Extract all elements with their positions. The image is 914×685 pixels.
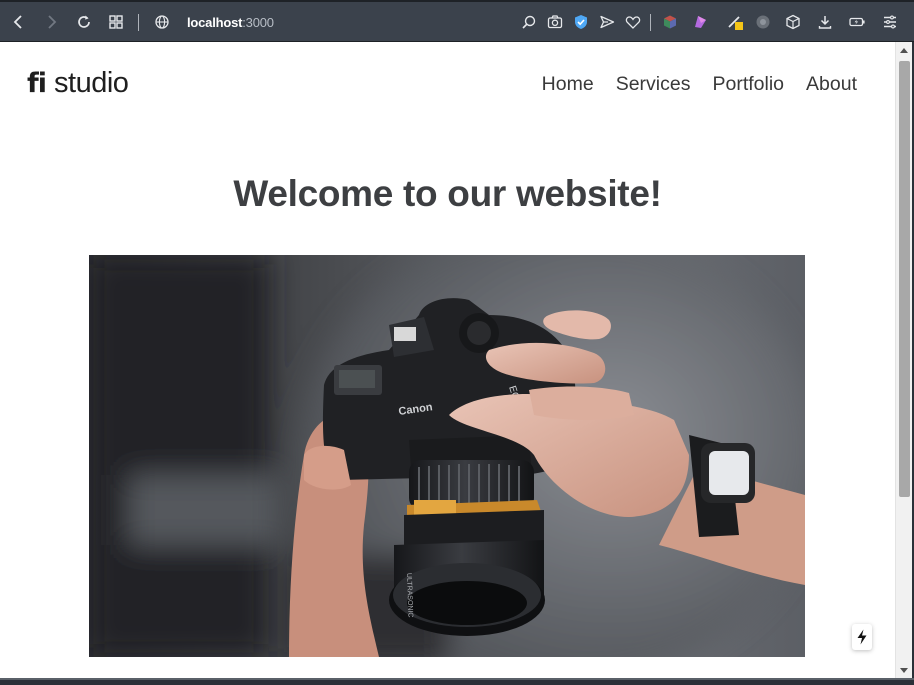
nav-portfolio[interactable]: Portfolio: [712, 71, 784, 97]
heart-icon[interactable]: [623, 12, 643, 32]
forward-icon[interactable]: [41, 12, 61, 32]
box-icon[interactable]: [783, 12, 803, 32]
scroll-down-icon[interactable]: [900, 668, 908, 673]
scroll-up-icon[interactable]: [900, 48, 908, 53]
nav-about[interactable]: About: [806, 71, 857, 97]
circle-extension-icon[interactable]: [753, 12, 773, 32]
site-logo[interactable]: fi studio: [27, 64, 129, 102]
logo-wordmark: studio: [54, 67, 129, 99]
send-icon[interactable]: [597, 12, 617, 32]
globe-icon[interactable]: [152, 12, 172, 32]
url-host: localhost: [187, 15, 243, 30]
battery-icon[interactable]: [847, 12, 867, 32]
quick-action-button[interactable]: [852, 624, 872, 650]
camera-photo: Canon EOS 5D ULTRASONIC: [89, 255, 805, 657]
page-viewport: fi studio Home Services Portfolio About W…: [0, 42, 895, 678]
url-port: :3000: [242, 15, 274, 30]
zoom-icon[interactable]: [519, 12, 539, 32]
download-icon[interactable]: [815, 12, 835, 32]
hero-title: Welcome to our website!: [233, 173, 662, 214]
browser-toolbar: localhost:3000: [0, 0, 914, 42]
hero-image: Canon EOS 5D ULTRASONIC: [89, 255, 805, 657]
window-bottom-edge: [0, 678, 914, 685]
nav-home[interactable]: Home: [542, 71, 594, 97]
tabs-grid-icon[interactable]: [106, 12, 126, 32]
pen-extension-icon[interactable]: [725, 12, 745, 32]
menu-icon[interactable]: [880, 12, 900, 32]
toolbar-divider: [650, 14, 651, 31]
paint-extension-icon[interactable]: [690, 12, 710, 32]
reload-icon[interactable]: [74, 12, 94, 32]
camera-icon[interactable]: [545, 12, 565, 32]
main-nav: Home Services Portfolio About: [542, 71, 857, 97]
nav-services[interactable]: Services: [616, 71, 691, 97]
address-bar[interactable]: localhost:3000: [187, 14, 274, 32]
page-scrollbar[interactable]: [895, 42, 912, 678]
scrollbar-thumb[interactable]: [899, 61, 910, 497]
cube-extension-icon[interactable]: [660, 12, 680, 32]
logo-mark: fi: [27, 68, 47, 99]
bolt-icon: [857, 629, 867, 645]
toolbar-divider: [138, 14, 139, 31]
shield-icon[interactable]: [571, 12, 591, 32]
back-icon[interactable]: [9, 12, 29, 32]
